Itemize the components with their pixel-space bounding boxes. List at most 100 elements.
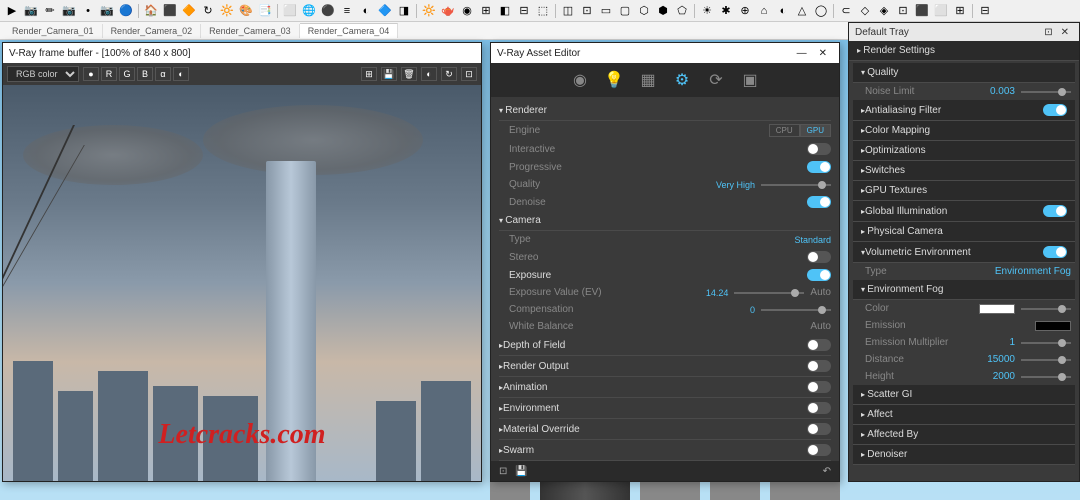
toolbar-icon[interactable]: ▭ bbox=[598, 3, 614, 19]
section-toggle[interactable] bbox=[807, 360, 831, 372]
toolbar-icon[interactable]: ⬛ bbox=[914, 3, 930, 19]
camera-section[interactable]: Camera bbox=[499, 211, 831, 231]
tray-pin-icon[interactable]: ⊡ bbox=[1040, 27, 1056, 38]
toolbar-icon[interactable]: ↻ bbox=[200, 3, 216, 19]
vol-env-header[interactable]: Volumetric Environment bbox=[853, 242, 1075, 263]
toolbar-icon[interactable]: ⊂ bbox=[838, 3, 854, 19]
toolbar-icon[interactable]: 📷 bbox=[23, 3, 39, 19]
toolbar-icon[interactable]: ◐ bbox=[775, 3, 791, 19]
close-icon[interactable]: ✕ bbox=[813, 48, 833, 59]
toolbar-icon[interactable]: ⬜ bbox=[933, 3, 949, 19]
frame-buffer-tool-icon[interactable]: 💾 bbox=[381, 67, 397, 81]
tray-section-header[interactable]: Scatter GI bbox=[853, 385, 1075, 405]
renderer-section[interactable]: Renderer bbox=[499, 101, 831, 121]
toolbar-icon[interactable]: ⬚ bbox=[535, 3, 551, 19]
asset-tab-icon[interactable]: 💡 bbox=[601, 67, 627, 93]
toolbar-icon[interactable]: 📑 bbox=[257, 3, 273, 19]
toolbar-icon[interactable]: ◫ bbox=[560, 3, 576, 19]
toolbar-icon[interactable]: 🔷 bbox=[377, 3, 393, 19]
ae-section-header[interactable]: Depth of Field bbox=[499, 335, 831, 356]
section-toggle[interactable] bbox=[807, 423, 831, 435]
asset-tab-icon[interactable]: ▦ bbox=[635, 67, 661, 93]
section-toggle[interactable] bbox=[807, 444, 831, 456]
render-settings-header[interactable]: Render Settings bbox=[849, 41, 1079, 61]
toolbar-icon[interactable]: ▶ bbox=[4, 3, 20, 19]
toolbar-icon[interactable]: ⬡ bbox=[636, 3, 652, 19]
frame-buffer-tool-icon[interactable]: 🗑 bbox=[401, 67, 417, 81]
env-fog-header[interactable]: Environment Fog bbox=[853, 280, 1075, 300]
frame-buffer-window[interactable]: V-Ray frame buffer - [100% of 840 x 800]… bbox=[2, 42, 482, 482]
channel-button[interactable]: R bbox=[101, 67, 117, 81]
noise-slider[interactable] bbox=[1021, 91, 1071, 93]
toolbar-icon[interactable]: 📷 bbox=[61, 3, 77, 19]
toolbar-icon[interactable]: 🎨 bbox=[238, 3, 254, 19]
channel-button[interactable]: B bbox=[137, 67, 153, 81]
progressive-toggle[interactable] bbox=[807, 161, 831, 173]
tray-section-header[interactable]: Color Mapping bbox=[853, 121, 1075, 141]
denoise-toggle[interactable] bbox=[807, 196, 831, 208]
color-swatch[interactable] bbox=[979, 304, 1015, 314]
toolbar-icon[interactable]: 🫖 bbox=[440, 3, 456, 19]
exposure-toggle[interactable] bbox=[807, 269, 831, 281]
minimize-icon[interactable]: — bbox=[791, 48, 813, 59]
toolbar-icon[interactable]: ◇ bbox=[857, 3, 873, 19]
toolbar-icon[interactable]: ⊞ bbox=[952, 3, 968, 19]
asset-tab-icon[interactable]: ▣ bbox=[737, 67, 763, 93]
toolbar-icon[interactable]: ⬛ bbox=[162, 3, 178, 19]
ae-section-header[interactable]: Animation bbox=[499, 377, 831, 398]
toolbar-icon[interactable]: ◨ bbox=[396, 3, 412, 19]
tray-close-icon[interactable]: ✕ bbox=[1057, 27, 1073, 38]
section-toggle[interactable] bbox=[807, 339, 831, 351]
tray-section-header[interactable]: Affect bbox=[853, 405, 1075, 425]
toolbar-icon[interactable]: ⊡ bbox=[579, 3, 595, 19]
toolbar-icon[interactable]: 🔆 bbox=[219, 3, 235, 19]
scene-tab[interactable]: Render_Camera_03 bbox=[201, 24, 300, 38]
toolbar-icon[interactable]: 📷 bbox=[99, 3, 115, 19]
section-toggle[interactable] bbox=[807, 402, 831, 414]
channel-button[interactable]: α bbox=[155, 67, 171, 81]
toolbar-icon[interactable]: ⬠ bbox=[674, 3, 690, 19]
frame-buffer-tool-icon[interactable]: ↻ bbox=[441, 67, 457, 81]
footer-icon[interactable]: 💾 bbox=[515, 466, 527, 477]
stereo-toggle[interactable] bbox=[807, 251, 831, 263]
asset-tab-icon[interactable]: ⟳ bbox=[703, 67, 729, 93]
emission-swatch[interactable] bbox=[1035, 321, 1071, 331]
channel-button[interactable]: ● bbox=[83, 67, 99, 81]
toolbar-icon[interactable]: ⊕ bbox=[737, 3, 753, 19]
color-slider[interactable] bbox=[1021, 308, 1071, 310]
toolbar-icon[interactable]: ▢ bbox=[617, 3, 633, 19]
toolbar-icon[interactable]: 🔆 bbox=[421, 3, 437, 19]
vol-env-type-select[interactable]: Environment Fog bbox=[995, 266, 1071, 277]
toolbar-icon[interactable]: 🔶 bbox=[181, 3, 197, 19]
toolbar-icon[interactable]: ≡ bbox=[339, 3, 355, 19]
gi-header[interactable]: Global Illumination bbox=[853, 201, 1075, 222]
scene-tab[interactable]: Render_Camera_02 bbox=[103, 24, 202, 38]
ae-section-header[interactable]: Swarm bbox=[499, 440, 831, 461]
asset-tab-icon[interactable]: ◉ bbox=[567, 67, 593, 93]
engine-toggle[interactable]: CPUGPU bbox=[769, 124, 831, 137]
default-tray[interactable]: Default Tray ⊡ ✕ Render Settings Quality… bbox=[848, 22, 1080, 482]
frame-buffer-tool-icon[interactable]: ◐ bbox=[421, 67, 437, 81]
toolbar-icon[interactable]: ✏ bbox=[42, 3, 58, 19]
asset-editor-window[interactable]: V-Ray Asset Editor — ✕ ◉💡▦⚙⟳▣ Renderer E… bbox=[490, 42, 840, 482]
toolbar-icon[interactable]: ◉ bbox=[459, 3, 475, 19]
toolbar-icon[interactable]: 🔵 bbox=[118, 3, 134, 19]
rgb-select[interactable]: RGB color bbox=[7, 66, 79, 82]
aa-toggle[interactable] bbox=[1043, 104, 1067, 116]
toolbar-icon[interactable]: ◐ bbox=[358, 3, 374, 19]
scene-tab[interactable]: Render_Camera_01 bbox=[4, 24, 103, 38]
toolbar-icon[interactable]: ⊡ bbox=[895, 3, 911, 19]
tray-section-header[interactable]: Denoiser bbox=[853, 445, 1075, 465]
quality-slider[interactable] bbox=[761, 184, 831, 186]
gi-toggle[interactable] bbox=[1043, 205, 1067, 217]
height-slider[interactable] bbox=[1021, 376, 1071, 378]
ae-section-header[interactable]: Environment bbox=[499, 398, 831, 419]
toolbar-icon[interactable]: ⬢ bbox=[655, 3, 671, 19]
toolbar-icon[interactable]: ⬜ bbox=[282, 3, 298, 19]
toolbar-icon[interactable]: △ bbox=[794, 3, 810, 19]
ae-section-header[interactable]: Material Override bbox=[499, 419, 831, 440]
camera-type-select[interactable]: Standard bbox=[794, 235, 831, 245]
channel-button[interactable]: ◐ bbox=[173, 67, 189, 81]
distance-slider[interactable] bbox=[1021, 359, 1071, 361]
phys-cam-header[interactable]: Physical Camera bbox=[853, 222, 1075, 242]
